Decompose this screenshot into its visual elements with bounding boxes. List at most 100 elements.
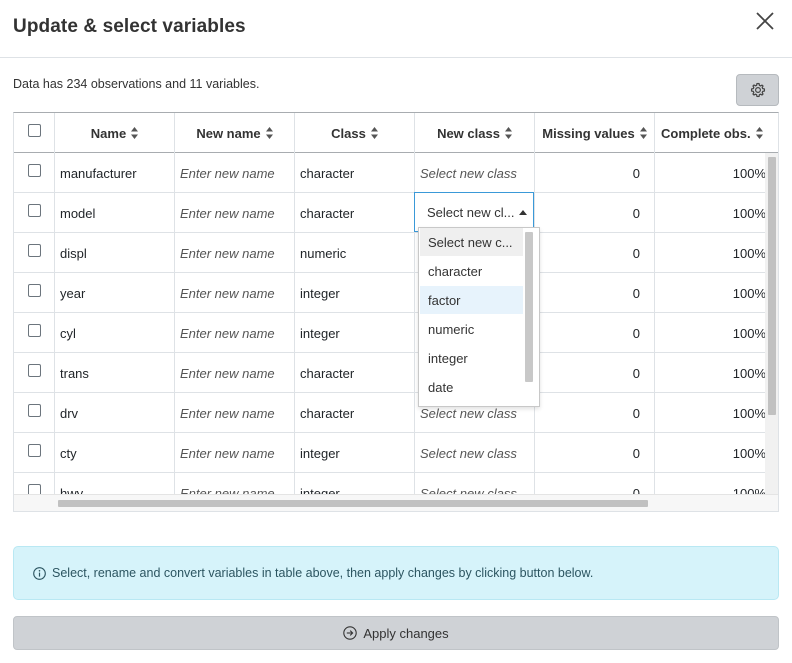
settings-button[interactable] <box>736 74 779 106</box>
new-class-select[interactable]: Select new class <box>415 473 535 494</box>
new-name-input[interactable]: Enter new name <box>175 313 295 353</box>
sort-icon <box>265 127 273 139</box>
complete-obs: 100% <box>732 285 766 301</box>
row-checkbox[interactable] <box>28 324 41 337</box>
variable-name: model <box>55 193 175 233</box>
horizontal-scrollbar[interactable] <box>14 494 778 511</box>
variable-class: integer <box>295 273 415 313</box>
variable-name: hwy <box>55 473 175 494</box>
column-header-name[interactable]: Name <box>55 113 175 153</box>
missing-values: 0 <box>535 313 655 353</box>
table-row: hwy Enter new name integer Select new cl… <box>14 473 778 494</box>
vertical-scrollbar[interactable] <box>765 153 778 494</box>
missing-values: 0 <box>535 393 655 433</box>
variable-class: character <box>295 353 415 393</box>
dropdown-option[interactable]: date <box>420 373 523 401</box>
complete-obs: 100% <box>732 325 766 341</box>
sort-icon <box>639 127 647 139</box>
new-name-input[interactable]: Enter new name <box>175 353 295 393</box>
sort-icon <box>131 127 139 139</box>
variable-name: trans <box>55 353 175 393</box>
new-name-input[interactable]: Enter new name <box>175 433 295 473</box>
variable-class: character <box>295 193 415 233</box>
sort-icon <box>504 127 512 139</box>
new-class-select-open[interactable]: Select new cl... <box>414 192 534 232</box>
row-checkbox[interactable] <box>28 164 41 177</box>
new-name-input[interactable]: Enter new name <box>175 273 295 313</box>
table-row: model Enter new name character 0 100% <box>14 193 778 233</box>
missing-values: 0 <box>535 193 655 233</box>
variable-class: character <box>295 393 415 433</box>
caret-up-icon <box>519 210 527 215</box>
row-checkbox[interactable] <box>28 404 41 417</box>
gear-icon <box>750 82 765 98</box>
dropdown-option[interactable]: numeric <box>420 315 523 343</box>
table-row: year Enter new name integer 0 100% <box>14 273 778 313</box>
select-all-cell <box>14 113 55 153</box>
variable-class: integer <box>295 313 415 353</box>
row-checkbox[interactable] <box>28 364 41 377</box>
missing-values: 0 <box>535 233 655 273</box>
missing-values: 0 <box>535 433 655 473</box>
table-row: cty Enter new name integer Select new cl… <box>14 433 778 473</box>
complete-obs: 100% <box>732 365 766 381</box>
variable-name: displ <box>55 233 175 273</box>
new-name-input[interactable]: Enter new name <box>175 473 295 494</box>
row-checkbox[interactable] <box>28 444 41 457</box>
modal-title: Update & select variables <box>13 16 246 37</box>
alert-text: Select, rename and convert variables in … <box>52 566 594 580</box>
apply-changes-label: Apply changes <box>363 625 449 641</box>
variable-class: numeric <box>295 233 415 273</box>
select-all-checkbox[interactable] <box>28 124 41 137</box>
new-class-select[interactable]: Select new class <box>415 153 535 193</box>
variable-class: character <box>295 153 415 193</box>
variable-name: drv <box>55 393 175 433</box>
column-header-missing-values[interactable]: Missing values <box>535 113 655 153</box>
vertical-scrollbar-thumb[interactable] <box>768 157 776 415</box>
row-checkbox[interactable] <box>28 204 41 217</box>
complete-obs: 100% <box>732 245 766 261</box>
variable-name: year <box>55 273 175 313</box>
new-name-input[interactable]: Enter new name <box>175 153 295 193</box>
dropdown-scrollbar[interactable] <box>525 232 533 382</box>
variable-name: manufacturer <box>55 153 175 193</box>
modal-header: Update & select variables <box>0 0 792 58</box>
dropdown-option[interactable]: Select new c... <box>420 228 523 256</box>
complete-obs: 100% <box>732 405 766 421</box>
info-icon <box>33 566 46 580</box>
column-header-class[interactable]: Class <box>295 113 415 153</box>
missing-values: 0 <box>535 273 655 313</box>
sort-icon <box>370 127 378 139</box>
new-name-input[interactable]: Enter new name <box>175 233 295 273</box>
table-row: displ Enter new name numeric 0 100% <box>14 233 778 273</box>
variable-class: integer <box>295 433 415 473</box>
table-row: drv Enter new name character Select new … <box>14 393 778 433</box>
row-checkbox[interactable] <box>28 284 41 297</box>
new-name-input[interactable]: Enter new name <box>175 193 295 233</box>
column-header-complete-obs[interactable]: Complete obs. <box>655 113 778 153</box>
dropdown-option[interactable]: character <box>420 257 523 285</box>
apply-changes-button[interactable]: Apply changes <box>13 616 779 650</box>
row-checkbox[interactable] <box>28 484 41 494</box>
horizontal-scrollbar-thumb[interactable] <box>58 500 648 507</box>
info-alert: Select, rename and convert variables in … <box>13 546 779 600</box>
close-icon <box>756 12 774 30</box>
arrow-right-circle-icon <box>343 626 358 640</box>
new-class-select[interactable]: Select new class <box>415 433 535 473</box>
column-header-new-name[interactable]: New name <box>175 113 295 153</box>
missing-values: 0 <box>535 153 655 193</box>
column-header-new-class[interactable]: New class <box>415 113 535 153</box>
close-button[interactable] <box>752 8 778 34</box>
new-name-input[interactable]: Enter new name <box>175 393 295 433</box>
dropdown-option[interactable]: integer <box>420 344 523 372</box>
row-checkbox[interactable] <box>28 244 41 257</box>
table-row: cyl Enter new name integer 0 100% <box>14 313 778 353</box>
variables-table: Name New name Class New class Missing va… <box>13 112 779 512</box>
complete-obs: 100% <box>732 445 766 461</box>
complete-obs: 100% <box>732 165 766 181</box>
table-header: Name New name Class New class Missing va… <box>14 113 778 153</box>
missing-values: 0 <box>535 473 655 494</box>
dropdown-option[interactable]: factor <box>420 286 523 314</box>
complete-obs: 100% <box>732 205 766 221</box>
data-info-text: Data has 234 observations and 11 variabl… <box>13 77 260 91</box>
